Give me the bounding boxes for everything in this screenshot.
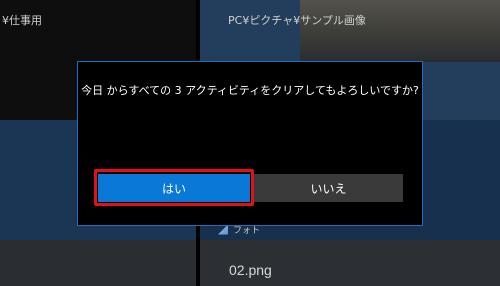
photos-app-icon bbox=[218, 224, 228, 235]
confirm-clear-dialog: 今日 からすべての 3 アクティビティをクリアしてもよろしいですか? はい いい… bbox=[77, 61, 423, 226]
picture-path-caption: PC¥ピクチャ¥サンプル画像 bbox=[228, 14, 366, 27]
dialog-message: 今日 からすべての 3 アクティビティをクリアしてもよろしいですか? bbox=[81, 84, 419, 97]
no-button[interactable]: いいえ bbox=[254, 174, 403, 202]
photo-thumbnail bbox=[300, 0, 500, 62]
yes-button[interactable]: はい bbox=[98, 174, 250, 202]
left-bottom-tile[interactable] bbox=[0, 240, 196, 286]
file-name-label: 02.png bbox=[229, 262, 272, 278]
folder-path-caption: ¥仕事用 bbox=[2, 14, 42, 27]
